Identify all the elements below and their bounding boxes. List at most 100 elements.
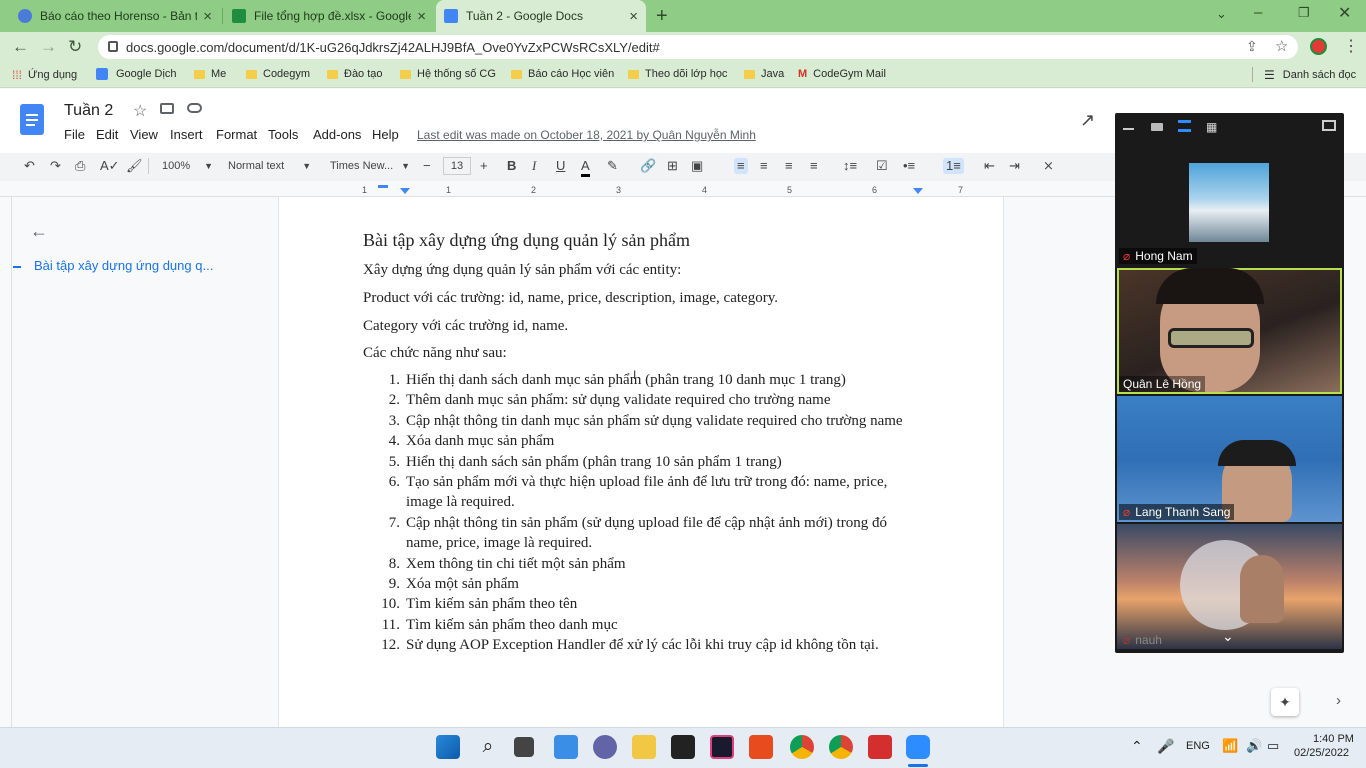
zoom-strip-view-icon[interactable] — [1178, 120, 1191, 132]
undo-icon[interactable]: ↶ — [24, 158, 35, 174]
bookmark-theo-doi[interactable]: Theo dõi lớp học — [628, 68, 727, 80]
outline-item-heading[interactable]: Bài tập xây dựng ứng dụng q... — [34, 258, 213, 273]
clock-date[interactable]: 02/25/2022 — [1294, 747, 1349, 759]
bookmark-apps[interactable]: ⁞⁞⁞ Ứng dụng — [12, 68, 77, 82]
print-icon[interactable]: ⎙ — [75, 158, 85, 174]
chat-icon[interactable] — [593, 735, 617, 759]
menu-edit[interactable]: Edit — [96, 127, 118, 142]
move-folder-icon[interactable] — [160, 103, 174, 114]
zoom-gallery-icon[interactable]: ▦ — [1206, 120, 1217, 134]
increase-size-icon[interactable]: + — [480, 158, 488, 174]
bookmark-me[interactable]: Me — [194, 68, 226, 80]
menu-addons[interactable]: Add-ons — [313, 127, 361, 142]
bookmark-star-icon[interactable]: ☆ — [1275, 37, 1288, 55]
browser-tab-docs-active[interactable]: Tuần 2 - Google Docs × — [436, 0, 646, 32]
list-item[interactable]: Thêm danh mục sản phẩm: sử dụng validate… — [406, 392, 831, 409]
list-item[interactable]: Hiển thị danh sách danh mục sản phẩm (ph… — [406, 372, 846, 389]
browser-tab-horenso[interactable]: Báo cáo theo Horenso - Bản thu × — [10, 0, 220, 32]
forward-arrow-icon[interactable]: → — [40, 37, 57, 57]
close-window-icon[interactable]: ✕ — [1338, 3, 1351, 23]
zoom-minimize-icon[interactable] — [1123, 128, 1134, 130]
list-item[interactable]: Hiển thị danh sách sản phẩm (phân trang … — [406, 454, 782, 471]
language-indicator[interactable]: ENG — [1186, 740, 1210, 752]
checklist-icon[interactable]: ☑ — [876, 158, 888, 174]
minimize-window-icon[interactable]: – — [1254, 4, 1262, 21]
chrome-profile-icon[interactable] — [829, 735, 853, 759]
list-item[interactable]: Tìm kiếm sản phẩm theo tên — [406, 596, 577, 613]
bulleted-list-icon[interactable]: •≡ — [903, 158, 915, 174]
list-item[interactable]: Tạo sản phẩm mới và thực hiện upload fil… — [406, 474, 887, 491]
restore-window-icon[interactable]: ❐ — [1298, 5, 1310, 21]
line-spacing-icon[interactable]: ↕≡ — [843, 158, 857, 174]
widgets-icon[interactable] — [554, 735, 578, 759]
document-title[interactable]: Tuần 2 — [64, 102, 113, 120]
align-left-icon[interactable]: ≡ — [734, 158, 748, 174]
clear-format-icon[interactable]: ⨯ — [1043, 158, 1054, 174]
lock-icon[interactable] — [108, 41, 118, 52]
menu-insert[interactable]: Insert — [170, 127, 203, 142]
battery-icon[interactable]: ▭ — [1267, 738, 1279, 754]
url-text[interactable]: docs.google.com/document/d/1K-uG26qJdkrs… — [126, 40, 660, 55]
doc-paragraph[interactable]: Các chức năng như sau: — [363, 345, 507, 362]
wps-office-icon[interactable] — [868, 735, 892, 759]
highlight-icon[interactable]: ✎ — [607, 158, 618, 174]
file-explorer-icon[interactable] — [632, 735, 656, 759]
bookmark-dao-tao[interactable]: Đào tạo — [327, 68, 383, 80]
bookmark-codegym[interactable]: Codegym — [246, 68, 310, 80]
clock-time[interactable]: 1:40 PM — [1313, 733, 1354, 745]
zoom-exit-minimize-icon[interactable] — [1322, 120, 1336, 131]
decrease-indent-icon[interactable]: ⇤ — [984, 158, 995, 174]
font-select[interactable]: Times New... ▼ — [330, 158, 410, 174]
list-item[interactable]: Tìm kiếm sản phẩm theo danh mục — [406, 617, 618, 634]
close-tab-icon[interactable]: × — [629, 8, 638, 25]
zoom-select[interactable]: 100% ▼ — [162, 158, 213, 174]
bookmark-java[interactable]: Java — [744, 68, 784, 80]
numbered-list-icon[interactable]: 1≡ — [943, 158, 964, 174]
redo-icon[interactable]: ↷ — [50, 158, 61, 174]
new-tab-icon[interactable]: + — [656, 5, 668, 28]
left-indent-marker[interactable] — [400, 188, 410, 194]
bookmark-he-thong[interactable]: Hệ thống số CG — [400, 68, 496, 80]
doc-paragraph[interactable]: Product với các trường: id, name, price,… — [363, 290, 778, 307]
close-tab-icon[interactable]: × — [417, 8, 426, 25]
docs-logo-icon[interactable] — [20, 104, 44, 135]
microphone-icon[interactable]: 🎤 — [1157, 738, 1174, 755]
browser-tab-sheets[interactable]: File tổng hợp đề.xlsx - Google Sh × — [224, 0, 434, 32]
menu-view[interactable]: View — [130, 127, 158, 142]
text-color-icon[interactable]: A — [581, 158, 590, 177]
decrease-size-icon[interactable]: − — [423, 158, 431, 174]
align-center-icon[interactable]: ≡ — [760, 158, 768, 174]
task-view-icon[interactable] — [514, 737, 534, 757]
xmind-icon[interactable] — [749, 735, 773, 759]
image-icon[interactable]: ▣ — [691, 158, 703, 174]
bookmark-bao-cao[interactable]: Báo cáo Học viên — [511, 68, 614, 80]
bookmark-codegym-mail[interactable]: M CodeGym Mail — [798, 68, 886, 80]
chrome-menu-icon[interactable]: ⋮ — [1343, 36, 1359, 56]
spellcheck-icon[interactable]: A✓ — [100, 158, 120, 174]
list-item[interactable]: Xem thông tin chi tiết một sản phẩm — [406, 556, 626, 573]
back-arrow-icon[interactable]: ← — [12, 37, 29, 57]
doc-paragraph[interactable]: Xây dựng ứng dụng quản lý sản phẩm với c… — [363, 262, 681, 279]
chrome-icon[interactable] — [790, 735, 814, 759]
align-right-icon[interactable]: ≡ — [785, 158, 793, 174]
list-item[interactable]: name, price, image là required. — [406, 535, 592, 552]
list-item[interactable]: Cập nhật thông tin sản phẩm (sử dụng upl… — [406, 515, 887, 532]
intellij-icon[interactable] — [710, 735, 734, 759]
share-icon[interactable]: ⇪ — [1246, 38, 1258, 55]
zoom-expand-chevron-icon[interactable]: ⌄ — [1222, 628, 1234, 645]
style-select[interactable]: Normal text ▼ — [228, 158, 311, 174]
menu-tools[interactable]: Tools — [268, 127, 298, 142]
increase-indent-icon[interactable]: ⇥ — [1009, 158, 1020, 174]
volume-icon[interactable]: 🔊 — [1246, 738, 1262, 754]
tray-chevron-icon[interactable]: ⌃ — [1131, 738, 1143, 755]
right-indent-marker[interactable] — [913, 188, 923, 194]
list-item[interactable]: Sử dụng AOP Exception Handler để xử lý c… — [406, 637, 879, 654]
close-outline-arrow-icon[interactable]: ← — [30, 221, 48, 242]
explore-icon[interactable]: ✦ — [1271, 688, 1299, 716]
windows-start-icon[interactable] — [436, 735, 460, 759]
underline-icon[interactable]: U — [556, 158, 565, 174]
paint-format-icon[interactable]: 🖌 — [126, 158, 143, 174]
doc-paragraph[interactable]: Category với các trường id, name. — [363, 318, 568, 335]
list-item[interactable]: image là required. — [406, 494, 515, 511]
list-item[interactable]: Xóa một sản phẩm — [406, 576, 519, 593]
